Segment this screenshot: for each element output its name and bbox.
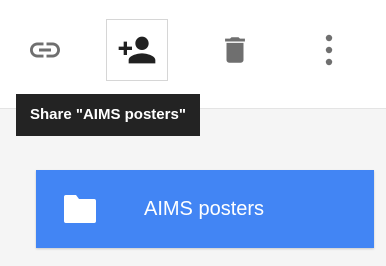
person-add-icon bbox=[118, 36, 156, 64]
folder-name: AIMS posters bbox=[144, 197, 265, 220]
share-tooltip: Share "AIMS posters" bbox=[16, 94, 200, 136]
remove-button[interactable] bbox=[204, 19, 266, 81]
share-button[interactable] bbox=[106, 19, 168, 81]
drive-page: Share "AIMS posters" AIMS posters bbox=[0, 0, 386, 266]
get-link-button[interactable] bbox=[14, 19, 76, 81]
more-actions-button[interactable] bbox=[298, 19, 360, 81]
more-vertical-icon bbox=[325, 34, 333, 66]
folder-icon bbox=[64, 195, 96, 223]
folder-item[interactable]: AIMS posters bbox=[36, 170, 374, 248]
trash-icon bbox=[225, 37, 245, 63]
link-icon bbox=[30, 42, 60, 58]
